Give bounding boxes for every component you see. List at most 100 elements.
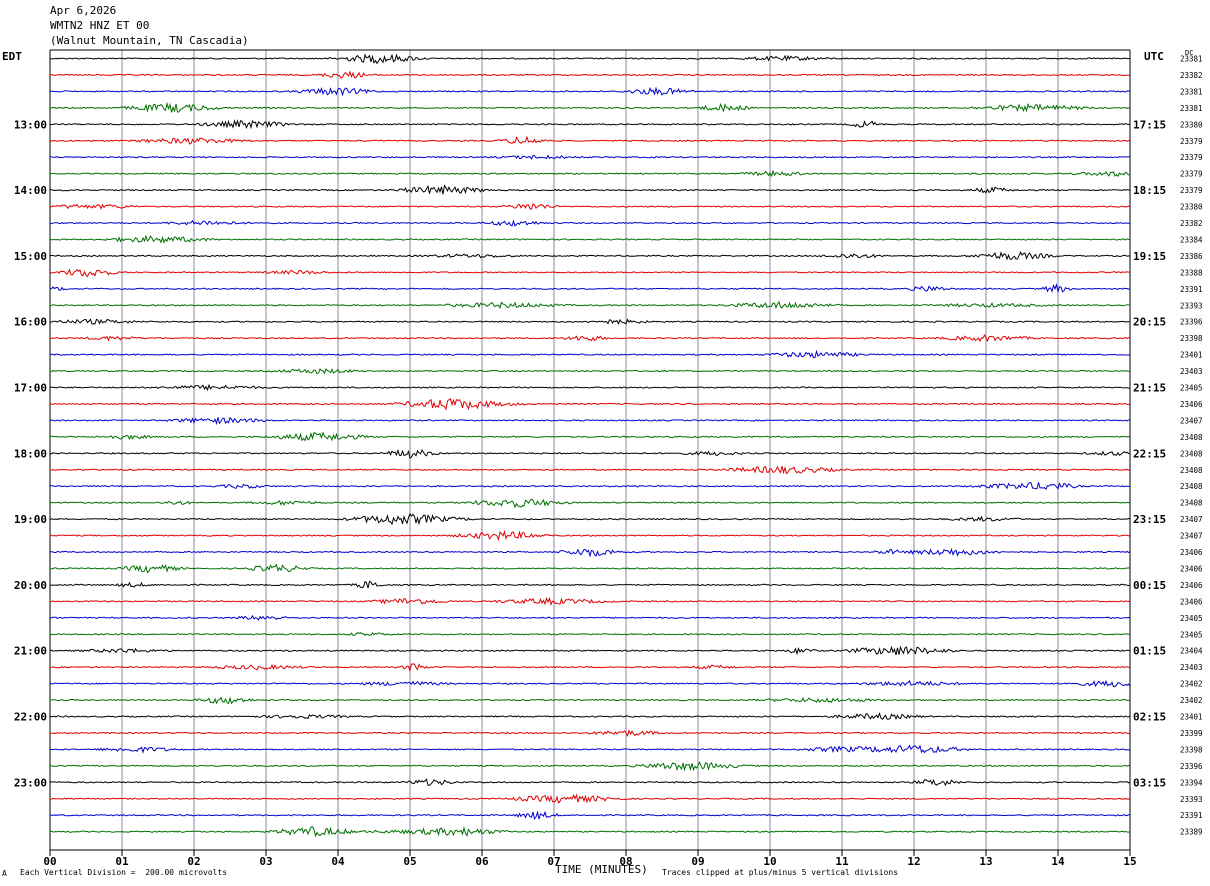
x-tick-label-09: 09 [691, 855, 704, 868]
dc-offset-label: 23402 [1180, 680, 1203, 689]
dc-offset-label: 23406 [1180, 548, 1203, 557]
dc-offset-label: 23379 [1180, 170, 1203, 179]
seismic-trace-12 [49, 234, 1130, 244]
x-tick-label-04: 04 [331, 855, 345, 868]
dc-offset-label: 23407 [1180, 416, 1203, 425]
dc-offset-label: 23408 [1180, 466, 1203, 475]
seismic-trace-6 [49, 135, 1131, 145]
dc-offset-label: 23393 [1180, 301, 1203, 310]
vertical-division-note: Each Vertical Division = 200.00 microvol… [20, 868, 228, 877]
seismic-trace-19 [49, 349, 1131, 359]
dc-offset-label: 23406 [1180, 564, 1203, 573]
x-tick-label-05: 05 [403, 855, 416, 868]
dc-offset-label: 23401 [1180, 713, 1203, 722]
utc-hour-label: 00:15 [1133, 579, 1166, 592]
seismic-trace-29 [49, 512, 1131, 526]
utc-hour-label: 03:15 [1133, 776, 1166, 789]
x-tick-label-06: 06 [475, 855, 489, 868]
edt-hour-label: 19:00 [14, 513, 47, 526]
seismic-trace-21 [49, 383, 1131, 392]
seismic-trace-39 [49, 679, 1131, 688]
dc-offset-label: 23391 [1180, 285, 1203, 294]
seismic-trace-46 [49, 793, 1131, 804]
seismogram-plot: 00 01 02 03 04 05 06 07 08 09 10 11 12 13 14 1523381233… [14, 49, 1203, 868]
dc-offset-label: 23406 [1180, 581, 1203, 590]
dc-offset-label: 23388 [1180, 268, 1203, 277]
seismic-trace-20 [49, 368, 1131, 375]
clipping-note: Traces clipped at plus/minus 5 vertical … [662, 868, 899, 877]
seismic-trace-40 [49, 696, 1131, 705]
footer-mark: A [2, 869, 7, 878]
utc-hour-label: 02:15 [1133, 711, 1166, 724]
edt-hour-label: 16:00 [14, 316, 47, 329]
seismic-trace-24 [49, 431, 1131, 442]
edt-hour-label: 21:00 [14, 645, 47, 658]
dc-offset-label: 23408 [1180, 433, 1203, 442]
seismic-trace-16 [49, 300, 1131, 310]
edt-hour-label: 17:00 [14, 382, 47, 395]
dc-offset-label: 23408 [1180, 482, 1203, 491]
dc-offset-label: 23381 [1180, 55, 1203, 64]
seismic-trace-9 [49, 184, 1131, 195]
dc-offset-label: 23398 [1180, 745, 1203, 754]
dc-offset-label: 23382 [1180, 219, 1203, 228]
dc-offset-label: 23398 [1180, 334, 1203, 343]
seismic-trace-10 [49, 203, 1131, 210]
x-tick-label-10: 10 [763, 855, 776, 868]
dc-offset-label: 23402 [1180, 696, 1203, 705]
seismic-trace-17 [49, 318, 1131, 325]
seismic-trace-48 [49, 826, 1131, 838]
dc-offset-label: 23380 [1180, 203, 1203, 212]
edt-hour-label: 22:00 [14, 711, 47, 724]
seismic-trace-11 [49, 219, 1131, 227]
edt-hour-label: 15:00 [14, 250, 47, 263]
dc-offset-label: 23396 [1180, 318, 1203, 327]
seismic-trace-1 [49, 53, 1131, 65]
seismic-trace-18 [49, 334, 1131, 343]
dc-offset-label: 23380 [1180, 120, 1203, 129]
dc-offset-label: 23404 [1180, 647, 1203, 656]
utc-hour-label: 23:15 [1133, 513, 1166, 526]
dc-offset-label: 23399 [1180, 729, 1203, 738]
dc-offset-label: 23382 [1180, 71, 1203, 80]
x-tick-label-13: 13 [979, 855, 992, 868]
x-tick-label-15: 15 [1123, 855, 1136, 868]
dc-offset-label: 23405 [1180, 384, 1203, 393]
seismic-trace-37 [49, 645, 1130, 656]
edt-hour-label: 20:00 [14, 579, 47, 592]
seismic-trace-4 [49, 101, 1131, 113]
dc-offset-label: 23394 [1180, 778, 1203, 787]
x-tick-label-02: 02 [187, 855, 200, 868]
dc-offset-label: 23406 [1180, 597, 1203, 606]
dc-offset-label: 23396 [1180, 762, 1203, 771]
edt-hour-label: 18:00 [14, 447, 47, 460]
x-tick-label-12: 12 [907, 855, 920, 868]
seismic-trace-42 [49, 729, 1131, 737]
edt-hour-label: 23:00 [14, 776, 47, 789]
seismic-trace-26 [49, 465, 1131, 475]
seismic-trace-28 [49, 498, 1131, 509]
x-tick-label-00: 00 [43, 855, 56, 868]
dc-offset-label: 23405 [1180, 630, 1203, 639]
seismic-trace-8 [49, 169, 1131, 178]
dc-offset-label: 23401 [1180, 351, 1203, 360]
dc-offset-label: 23408 [1180, 449, 1203, 458]
dc-offset-label: 23381 [1180, 104, 1203, 113]
seismic-trace-2 [49, 70, 1131, 79]
utc-hour-label: 21:15 [1133, 382, 1166, 395]
seismic-trace-45 [49, 778, 1131, 787]
seismic-trace-31 [49, 547, 1131, 558]
seismic-trace-38 [49, 663, 1131, 673]
seismic-trace-5 [49, 119, 1131, 130]
seismic-trace-25 [49, 448, 1131, 459]
dc-offset-label: 23407 [1180, 532, 1203, 541]
seismic-trace-41 [49, 712, 1131, 721]
x-tick-label-11: 11 [835, 855, 849, 868]
utc-hour-label: 22:15 [1133, 447, 1166, 460]
seismic-trace-3 [49, 86, 1131, 97]
seismic-trace-34 [49, 596, 1131, 606]
seismic-trace-35 [49, 614, 1131, 621]
dc-offset-label: 23381 [1180, 87, 1203, 96]
dc-offset-label: 23406 [1180, 400, 1203, 409]
seismic-trace-43 [49, 744, 1131, 754]
